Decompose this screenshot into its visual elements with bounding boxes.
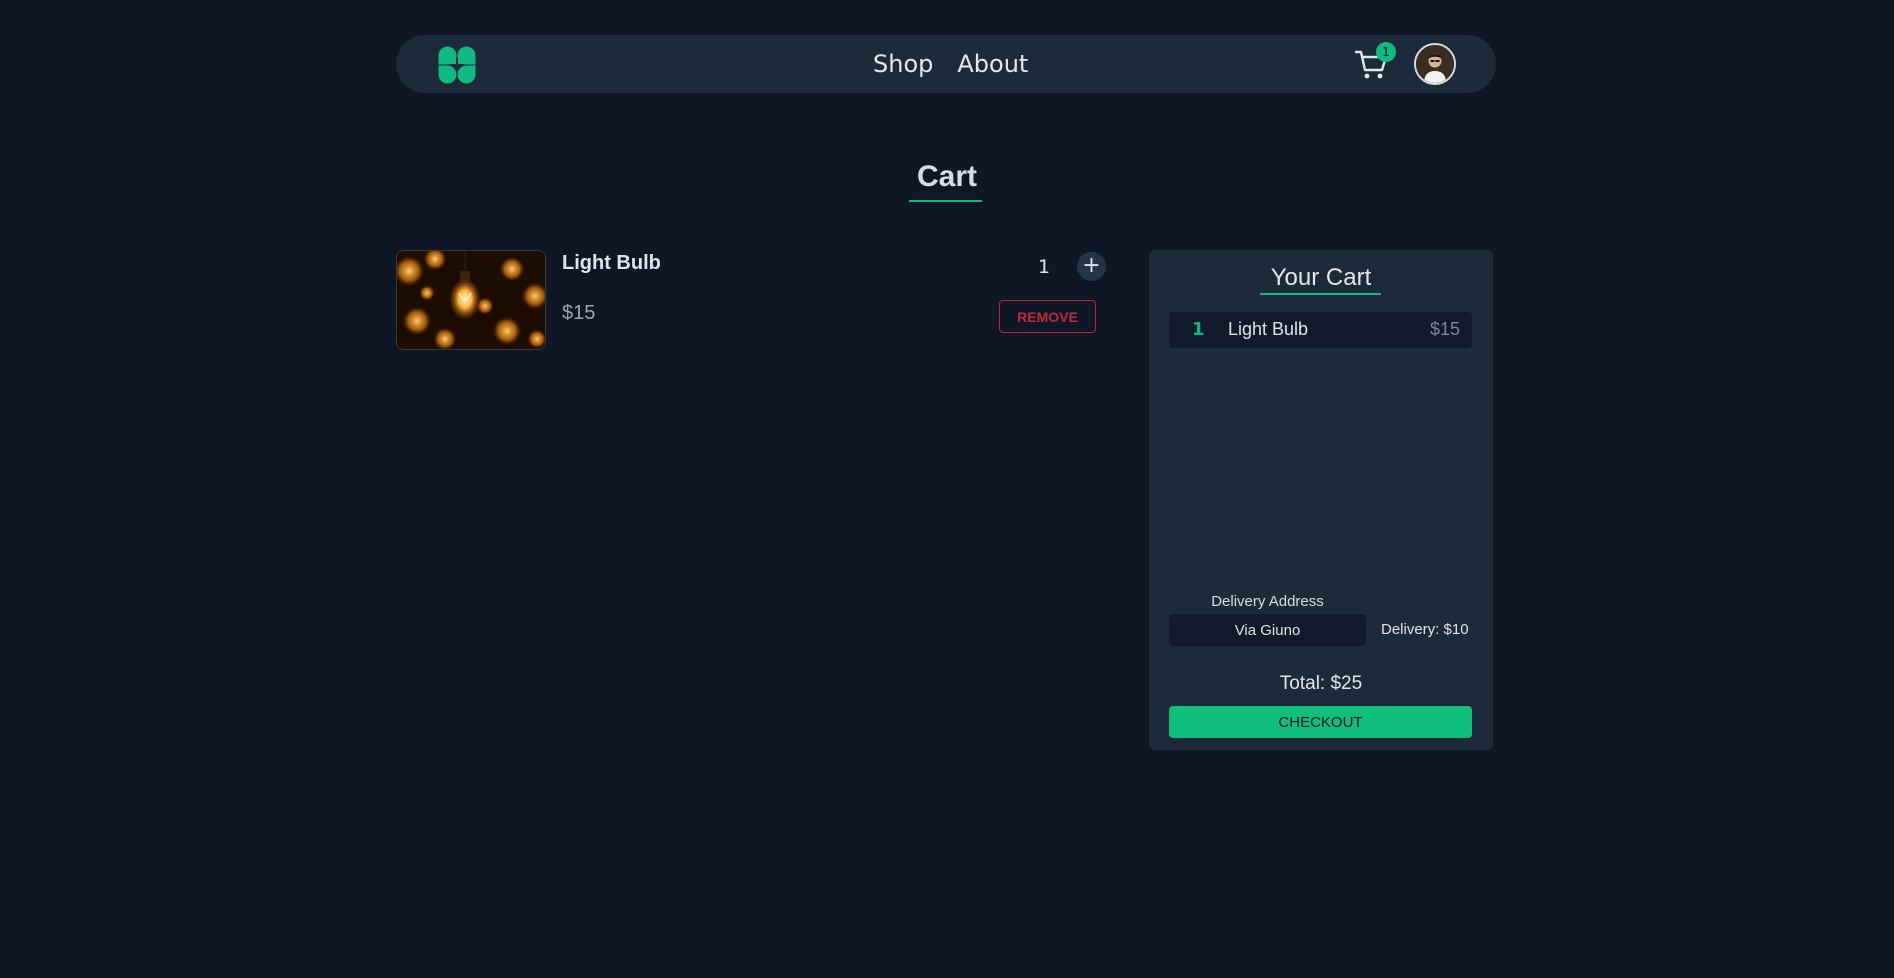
cart-item-price: $15 <box>562 302 596 324</box>
remove-item-button[interactable]: REMOVE <box>999 300 1096 333</box>
cart-item-name: Light Bulb <box>562 252 661 274</box>
checkout-button[interactable]: CHECKOUT <box>1169 706 1472 738</box>
cart-summary-panel: Your Cart 1 Light Bulb $15 Delivery Addr… <box>1149 250 1493 750</box>
summary-line-item: 1 Light Bulb $15 <box>1169 312 1472 348</box>
clover-logo-icon[interactable] <box>435 43 479 87</box>
nav-link-shop[interactable]: Shop <box>873 50 933 78</box>
cart-item-quantity: 1 <box>1038 256 1051 278</box>
nav-link-about[interactable]: About <box>957 50 1028 78</box>
cart-count-badge: 1 <box>1376 42 1396 62</box>
light-bulb-image <box>396 250 546 350</box>
delivery-fee: Delivery: $10 <box>1381 621 1469 638</box>
delivery-address-input[interactable] <box>1169 614 1366 646</box>
top-navbar: Shop About 1 <box>396 35 1496 93</box>
increase-quantity-button[interactable]: + <box>1077 252 1106 281</box>
nav-links: Shop About <box>873 35 1028 93</box>
summary-title-underline <box>1260 293 1381 295</box>
title-underline <box>909 200 982 202</box>
summary-title: Your Cart <box>1270 264 1372 291</box>
delivery-address-label: Delivery Address <box>1211 593 1324 610</box>
cart-total: Total: $25 <box>1279 673 1363 694</box>
summary-item-price: $15 <box>1429 319 1460 339</box>
user-avatar[interactable] <box>1414 43 1456 85</box>
summary-item-name: Light Bulb <box>1228 319 1309 339</box>
cart-button[interactable]: 1 <box>1354 42 1396 85</box>
page-title: Cart <box>916 160 977 193</box>
summary-item-qty: 1 <box>1192 319 1205 340</box>
